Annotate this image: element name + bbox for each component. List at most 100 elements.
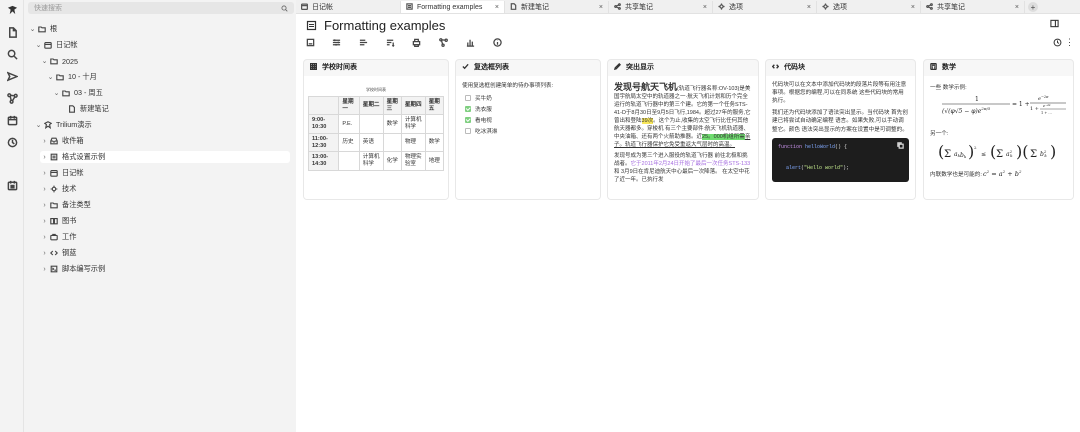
note-map-icon[interactable]	[439, 38, 449, 48]
tree-node-formatting-selected[interactable]: › 格式设置示例	[40, 151, 290, 163]
tab-formatting-examples[interactable]: Formatting examples ×	[401, 1, 505, 13]
new-tab-button[interactable]: +	[1028, 2, 1038, 12]
cog-icon	[718, 3, 726, 11]
chevron-right-icon[interactable]: ›	[40, 234, 49, 241]
sort-icon[interactable]	[386, 38, 396, 48]
share-icon	[926, 3, 934, 11]
tree-node-label: 备注类型	[62, 200, 91, 209]
close-icon[interactable]: ×	[911, 4, 915, 11]
quick-search-input[interactable]: 快速搜索	[28, 2, 294, 14]
chevron-down-icon[interactable]: ⌄	[34, 41, 43, 49]
checklist-item[interactable]: 看电视	[465, 116, 594, 124]
tree-node-label: 03 - 周五	[74, 88, 103, 97]
tree-node-label: 工作	[62, 232, 77, 241]
card-header: 代码块	[766, 60, 915, 74]
chevron-down-icon[interactable]: ⌄	[40, 57, 49, 65]
similar-notes-icon[interactable]	[359, 38, 369, 48]
tree-node-year[interactable]: ⌄ 2025	[40, 55, 78, 67]
tree-node-work[interactable]: › 工作	[40, 231, 76, 243]
split-view-icon[interactable]	[1050, 19, 1060, 29]
table-cell	[358, 114, 384, 134]
chevron-right-icon[interactable]: ›	[40, 154, 49, 161]
highlight-text: 和 3月9日在肯尼迪航天中心最后一次降落。 在太空中花了近一年。已执行发	[614, 168, 750, 183]
checkbox-checked[interactable]	[465, 106, 471, 112]
jump-to-note-icon[interactable]	[5, 69, 19, 83]
chevron-down-icon[interactable]: ⌄	[28, 25, 37, 33]
recent-changes-icon[interactable]	[5, 135, 19, 149]
close-icon[interactable]: ×	[599, 4, 603, 11]
tree-node-diary2[interactable]: › 日记帐	[40, 167, 83, 179]
card-code-block[interactable]: 代码块 代码块可以在文本中添加代码块的段落片段等有用注意事项。根据您的编程,可以…	[765, 59, 916, 200]
tree-node-month[interactable]: ⌄ 10 - 十月	[46, 71, 97, 83]
chevron-right-icon[interactable]: ›	[40, 266, 49, 273]
tree-node-inbox[interactable]: › 收件箱	[40, 135, 83, 147]
tab-options-2[interactable]: 选项 ×	[817, 1, 921, 13]
close-icon[interactable]: ×	[1015, 4, 1019, 11]
checklist-item[interactable]: 买牛奶	[465, 94, 594, 102]
history-icon[interactable]	[1053, 38, 1063, 48]
tab-new-note[interactable]: 新建笔记 ×	[505, 1, 609, 13]
cog-icon	[822, 3, 830, 11]
info-icon[interactable]	[493, 38, 503, 48]
tree-node-root[interactable]: ⌄ 根	[28, 23, 58, 35]
tree-node-day[interactable]: ⌄ 03 - 周五	[52, 87, 103, 99]
tab-options[interactable]: 选项 ×	[713, 1, 817, 13]
tab-shared-notes-2[interactable]: 共享笔记 ×	[921, 1, 1025, 13]
checklist-item[interactable]: 洗衣服	[465, 105, 594, 113]
checkbox[interactable]	[465, 95, 471, 101]
chevron-right-icon[interactable]: ›	[40, 138, 49, 145]
tree-node-scripts[interactable]: › 脚本编写示例	[40, 263, 105, 275]
attributes-icon[interactable]	[332, 38, 342, 48]
chevron-right-icon[interactable]: ›	[40, 202, 49, 209]
copy-icon[interactable]	[897, 141, 904, 149]
table-cell: 计算机科学	[400, 114, 426, 134]
tree-node-note-types[interactable]: › 备注类型	[40, 199, 91, 211]
note-map-icon[interactable]	[5, 91, 19, 105]
statistics-icon[interactable]	[466, 38, 476, 48]
chevron-right-icon[interactable]: ›	[40, 170, 49, 177]
trilium-logo-icon[interactable]	[5, 3, 19, 17]
checkbox-checked[interactable]	[465, 117, 471, 123]
search-icon[interactable]	[281, 4, 288, 12]
print-icon[interactable]	[412, 38, 422, 48]
chevron-down-icon[interactable]: ⌄	[52, 89, 61, 97]
note-icon[interactable]	[306, 20, 317, 31]
page-title[interactable]: Formatting examples	[324, 18, 445, 33]
chevron-down-icon[interactable]: ⌄	[46, 73, 55, 81]
math-intro: 一些 数学示例:	[930, 85, 967, 91]
tree-node-tech[interactable]: › 技术	[40, 183, 76, 195]
close-icon[interactable]: ×	[495, 4, 499, 11]
calendar-icon[interactable]	[5, 113, 19, 127]
card-highlight[interactable]: 突出显示 发现号航天飞机(轨道飞行器名称:OV-103)是美国宇航局太空中的轨道…	[607, 59, 759, 200]
card-title: 代码块	[784, 64, 805, 71]
close-icon[interactable]: ×	[703, 4, 707, 11]
tab-shared-notes[interactable]: 共享笔记 ×	[609, 1, 713, 13]
calendar-icon	[43, 41, 53, 50]
card-checklist[interactable]: 复选框列表 使用复选框创建简单的待办事项列表: 买牛奶 洗衣服 看电视 吃冰淇淋	[455, 59, 601, 200]
chevron-right-icon[interactable]: ›	[40, 250, 49, 257]
checkbox[interactable]	[465, 128, 471, 134]
tab-diary[interactable]: 日记帐	[296, 1, 401, 13]
today-icon[interactable]	[5, 178, 19, 192]
code-line: function helloWorld() {	[778, 143, 848, 150]
card-math[interactable]: 数学 一些 数学示例: 1 (√(φ√5 − φ)e2π/5 = 1 + e−2…	[923, 59, 1074, 200]
close-icon[interactable]: ×	[807, 4, 811, 11]
more-menu-icon[interactable]: ⋮	[1065, 37, 1074, 48]
tree-node-steel-blue[interactable]: › 钢蓝	[40, 247, 76, 259]
chevron-right-icon[interactable]: ›	[40, 186, 49, 193]
chevron-down-icon[interactable]: ⌄	[34, 121, 43, 129]
svg-text:akbk: akbk	[954, 151, 967, 159]
code-block[interactable]: function helloWorld() { alert("Hello wor…	[772, 137, 909, 182]
new-note-icon[interactable]	[5, 25, 19, 39]
basic-properties-icon[interactable]	[306, 38, 316, 48]
tree-node-trilium-demo[interactable]: ⌄ Trilium演示	[34, 119, 92, 131]
app-icon	[43, 121, 53, 130]
chevron-right-icon[interactable]: ›	[40, 218, 49, 225]
checklist-item[interactable]: 吃冰淇淋	[465, 127, 594, 135]
tree-node-books[interactable]: › 图书	[40, 215, 76, 227]
search-icon[interactable]	[5, 47, 19, 61]
card-body: 使用复选框创建简单的待办事项列表: 买牛奶 洗衣服 看电视 吃冰淇淋	[456, 76, 600, 199]
tree-node-new-note[interactable]: 新建笔记	[67, 103, 109, 115]
tree-node-diary[interactable]: ⌄ 日记帐	[34, 39, 78, 51]
card-school-timetable[interactable]: 学校时间表 学校时间表 星期一 星期二 星期三 星期四 星期五 9:00-10:…	[303, 59, 449, 200]
